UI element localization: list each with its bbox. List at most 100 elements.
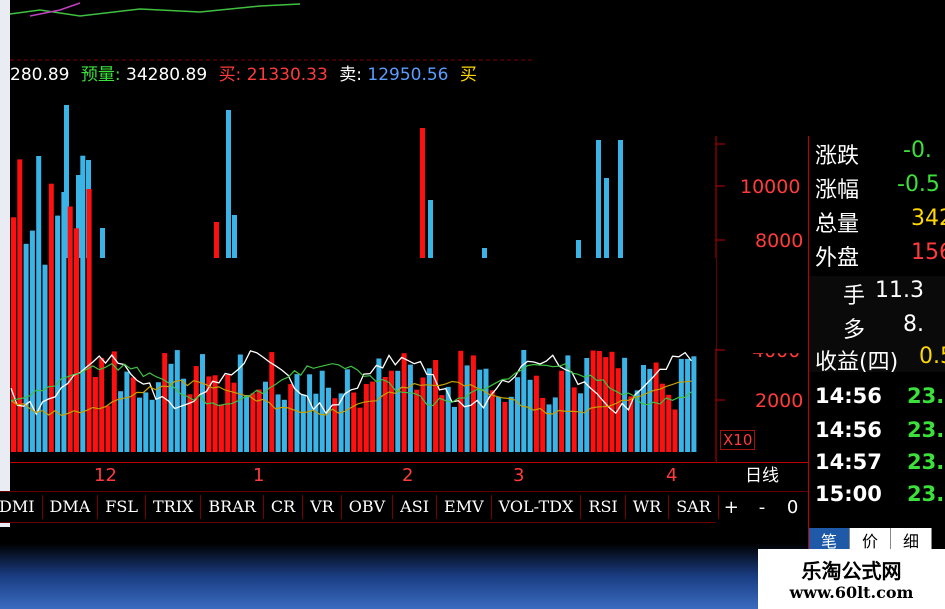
- volume-bar: [496, 396, 502, 452]
- zoom-in-button[interactable]: +: [719, 497, 743, 518]
- axis-label-3: 3: [513, 465, 525, 486]
- tab-obv[interactable]: OBV: [342, 495, 394, 519]
- trade-row: 14:5723.5: [815, 450, 945, 474]
- volume-bar: [540, 397, 546, 452]
- volume-bar: [659, 383, 665, 452]
- volume-bar: [137, 397, 142, 452]
- volume-bar: [80, 155, 86, 452]
- volume-bar: [357, 407, 363, 452]
- volume-bar: [363, 384, 369, 452]
- volume-bar: [546, 404, 552, 452]
- volume-bar: [571, 387, 577, 452]
- volume-bar: [376, 358, 382, 452]
- tab-price[interactable]: 价: [850, 528, 892, 551]
- pred-label: 预量:: [80, 65, 121, 85]
- volume-bar: [641, 365, 646, 452]
- zoom-out-button[interactable]: -: [750, 497, 774, 518]
- watermark-url: www.60lt.com: [789, 583, 914, 602]
- volume-bar: [395, 370, 401, 452]
- quote-row-change: 涨跌 -0.: [815, 138, 932, 169]
- volume-bar: [86, 189, 92, 452]
- buy-label: 买:: [218, 65, 242, 85]
- volume-bar: [155, 382, 161, 452]
- tab-emv[interactable]: EMV: [437, 495, 492, 519]
- volume-bar: [609, 351, 615, 452]
- tab-cr[interactable]: CR: [264, 495, 304, 519]
- volume-bar: [124, 371, 130, 452]
- pred-value: 34280.89: [126, 65, 208, 85]
- volume-bar: [370, 381, 376, 452]
- top-right-area: [532, 0, 945, 136]
- trade-row: 14:5623.5: [815, 384, 945, 408]
- tab-dma[interactable]: DMA: [43, 495, 99, 519]
- zoom-reset-button[interactable]: 0: [781, 497, 805, 518]
- quote-row-total-volume: 总量 342: [815, 206, 945, 237]
- volume-bar: [256, 389, 262, 452]
- volume-bar: [149, 399, 155, 452]
- volume-bar: [23, 243, 29, 452]
- volume-bar: [489, 390, 495, 452]
- volume-bar: [67, 206, 73, 452]
- volume-bar: [576, 240, 581, 258]
- volume-bar: [143, 392, 149, 452]
- zoom-controls: + - 0: [716, 491, 808, 523]
- volume-bar: [552, 397, 558, 452]
- axis-label-12: 12: [94, 465, 117, 486]
- volume-bar: [351, 392, 357, 452]
- quote-row-multi: 多 8.: [843, 312, 924, 343]
- volume-bar: [420, 377, 426, 452]
- tab-trades[interactable]: 笔: [809, 528, 851, 551]
- tab-asi[interactable]: ASI: [393, 495, 438, 519]
- volume-bar: [61, 192, 67, 452]
- volume-bar: [508, 396, 514, 452]
- scale-multiplier: X10: [720, 430, 756, 450]
- volume-bar: [596, 140, 601, 258]
- indicator-tab-bar: DMI DMA FSL TRIX BRAR CR VR OBV ASI EMV …: [0, 491, 719, 523]
- trade-row: 14:5623.5: [815, 418, 945, 442]
- volume-bar: [168, 363, 174, 452]
- volume-bar: [691, 356, 697, 452]
- tab-vol-tdx[interactable]: VOL-TDX: [492, 495, 582, 519]
- tab-fsl[interactable]: FSL: [98, 495, 146, 519]
- tab-wr[interactable]: WR: [626, 495, 670, 519]
- volume-bar: [401, 353, 407, 452]
- buy-trailing: 买: [459, 65, 477, 85]
- volume-bar: [244, 395, 250, 452]
- volume-bar: [200, 354, 205, 452]
- tab-sar[interactable]: SAR: [669, 495, 719, 519]
- quote-row-hand: 手 11.3: [843, 278, 924, 309]
- volume-bar: [527, 379, 533, 452]
- volume-bar: [181, 378, 187, 452]
- tab-vr[interactable]: VR: [303, 495, 342, 519]
- volume-bar: [162, 353, 168, 452]
- watermark: 乐淘公式网 www.60lt.com: [758, 549, 945, 609]
- tab-detail[interactable]: 细: [891, 528, 933, 551]
- sell-label: 卖:: [339, 65, 362, 85]
- quote-info-row: 280.89 预量: 34280.89 买: 21330.33 卖: 12950…: [10, 62, 483, 88]
- volume-bar: [29, 230, 35, 452]
- scale-label-8000: 8000: [755, 230, 804, 252]
- tab-dmi[interactable]: DMI: [0, 495, 43, 519]
- volume-bar: [332, 398, 338, 452]
- tab-trix[interactable]: TRIX: [146, 495, 202, 519]
- volume-bar: [269, 352, 275, 452]
- volume-bar: [294, 374, 300, 452]
- volume-bar: [590, 350, 596, 452]
- volume-bar: [74, 228, 79, 452]
- volume-bar: [17, 159, 23, 452]
- volume-bar: [382, 377, 388, 452]
- quote-row-outer: 外盘 156: [815, 240, 945, 271]
- desktop-background: [0, 527, 808, 609]
- volume-bar: [313, 393, 319, 452]
- volume-bar: [218, 404, 224, 452]
- date-axis: 12 1 2 3 4: [10, 462, 715, 488]
- axis-label-2: 2: [402, 465, 414, 486]
- tab-brar[interactable]: BRAR: [201, 495, 264, 519]
- volume-bar: [232, 215, 237, 258]
- volume-bar: [307, 374, 313, 452]
- volume-bar: [326, 387, 331, 452]
- period-selector[interactable]: 日线: [716, 462, 808, 488]
- buy-value: 21330.33: [246, 65, 328, 85]
- volume-bar: [105, 405, 111, 452]
- tab-rsi[interactable]: RSI: [581, 495, 626, 519]
